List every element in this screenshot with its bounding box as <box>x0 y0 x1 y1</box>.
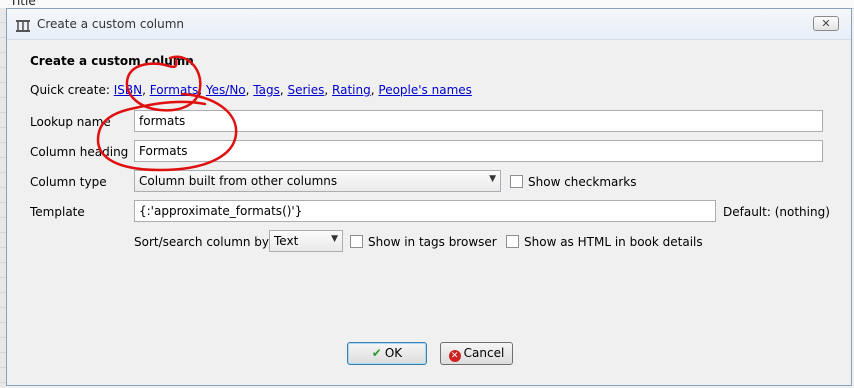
cancel-label: Cancel <box>463 346 505 360</box>
dialog-title: Create a custom column <box>37 17 185 31</box>
show-as-html-checkbox[interactable] <box>506 235 519 248</box>
quick-create-yes-no-link[interactable]: Yes/No <box>206 83 246 97</box>
quick-create-series-link[interactable]: Series <box>288 83 325 97</box>
show-in-tags-browser-checkbox[interactable] <box>350 235 363 248</box>
quick-create-rating-link[interactable]: Rating <box>332 83 371 97</box>
show-checkmarks-checkbox[interactable] <box>510 175 523 188</box>
dropdown-arrow-icon: ▼ <box>331 234 338 244</box>
form-heading: Create a custom column <box>30 54 194 68</box>
column-type-value: Column built from other columns <box>139 174 338 188</box>
background-title-label: Title <box>10 0 36 8</box>
app-icon <box>16 20 30 32</box>
cancel-icon: ✕ <box>448 350 461 362</box>
column-type-label: Column type <box>30 175 107 189</box>
dialog-titlebar: Create a custom column ✕ <box>7 9 851 40</box>
column-heading-input[interactable]: Formats <box>134 140 823 162</box>
column-type-select[interactable]: Column built from other columns ▼ <box>134 170 501 192</box>
sort-search-value: Text <box>274 234 299 248</box>
quick-create-tags-link[interactable]: Tags <box>253 83 280 97</box>
quick-create-formats-link[interactable]: Formats <box>150 83 199 97</box>
lookup-name-input[interactable]: formats <box>134 110 823 132</box>
ok-button[interactable]: ✔ OK <box>347 342 427 365</box>
template-default-text: Default: (nothing) <box>723 205 830 219</box>
column-heading-label: Column heading <box>30 145 129 159</box>
create-custom-column-dialog: Create a custom column ✕ Create a custom… <box>6 8 852 386</box>
quick-create-peoples-names-link[interactable]: People's names <box>378 83 472 97</box>
template-label: Template <box>30 205 85 219</box>
ok-label: OK <box>384 346 403 360</box>
checkmark-icon: ✔ <box>371 346 382 360</box>
quick-create-isbn-link[interactable]: ISBN <box>114 83 142 97</box>
quick-create-row: Quick create: ISBN, Formats, Yes/No, Tag… <box>30 83 472 97</box>
show-as-html-label: Show as HTML in book details <box>524 235 703 249</box>
close-icon: ✕ <box>821 17 831 30</box>
sort-search-select[interactable]: Text ▼ <box>269 230 343 252</box>
lookup-name-label: Lookup name <box>30 115 111 129</box>
sort-search-label: Sort/search column by <box>134 235 270 249</box>
quick-create-label: Quick create: <box>30 83 114 97</box>
cancel-button[interactable]: ✕ Cancel <box>440 342 513 365</box>
template-input[interactable]: {:'approximate_formats()'} <box>134 200 716 222</box>
show-checkmarks-label: Show checkmarks <box>528 175 637 189</box>
show-in-tags-browser-label: Show in tags browser <box>368 235 497 249</box>
dropdown-arrow-icon: ▼ <box>489 174 496 184</box>
close-button[interactable]: ✕ <box>813 16 839 31</box>
